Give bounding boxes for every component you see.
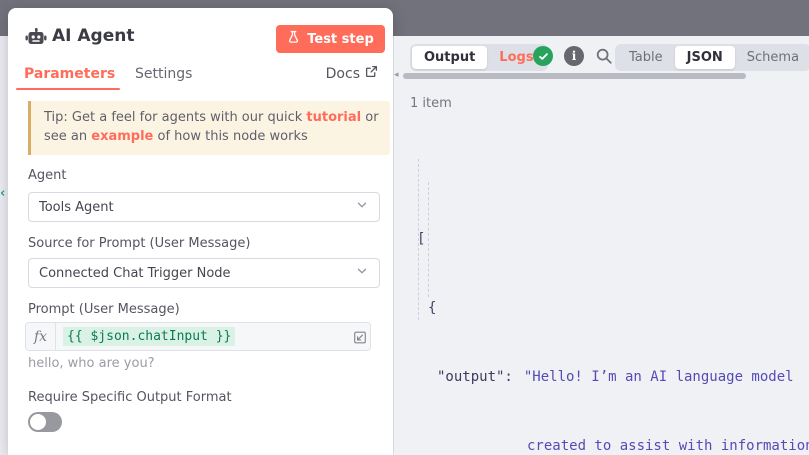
success-check-icon [533, 46, 553, 66]
view-mode-tabs: Table JSON Schema [615, 44, 809, 71]
fx-badge: fx [26, 323, 56, 350]
tip-text-prefix: Tip: Get a feel for agents with our quic… [44, 110, 306, 125]
flask-icon [287, 30, 300, 48]
source-label: Source for Prompt (User Message) [28, 236, 250, 251]
agent-select[interactable]: Tools Agent [28, 192, 380, 222]
output-panel: Output Logs i Table JSON Schema ◂ 1 item… [394, 36, 809, 455]
expand-expression-icon[interactable] [353, 331, 367, 348]
indent-guide [418, 159, 419, 320]
json-value-line: created to assist with information [527, 438, 809, 454]
prompt-resolved-preview: hello, who are you? [28, 356, 155, 371]
indent-guide [428, 182, 429, 297]
tutorial-link[interactable]: tutorial [306, 110, 361, 125]
test-step-button[interactable]: Test step [276, 25, 385, 53]
docs-label: Docs [326, 66, 360, 82]
output-logs-tabs: Output Logs [410, 44, 548, 71]
tab-parameters[interactable]: Parameters [24, 66, 115, 82]
prompt-expression-field[interactable]: fx {{ $json.chatInput }} [25, 322, 371, 351]
output-format-toggle[interactable] [28, 412, 62, 432]
input-connection-caret: ‹ [0, 186, 5, 201]
prompt-expression-value[interactable]: {{ $json.chatInput }} [63, 327, 235, 346]
tip-text-suffix: of how this node works [153, 129, 307, 144]
example-link[interactable]: example [91, 129, 153, 144]
tab-schema[interactable]: Schema [735, 46, 809, 69]
tab-json[interactable]: JSON [675, 46, 735, 69]
horizontal-scrollbar-thumb[interactable] [403, 73, 746, 79]
source-select-value: Connected Chat Trigger Node [39, 266, 231, 281]
toggle-knob [30, 414, 46, 430]
tab-settings[interactable]: Settings [135, 66, 192, 82]
tab-table[interactable]: Table [617, 46, 675, 69]
prompt-label: Prompt (User Message) [28, 302, 180, 317]
json-key: "output": [437, 369, 513, 385]
chevron-down-icon [355, 198, 369, 216]
json-open-brace: { [428, 300, 436, 316]
robot-icon [24, 25, 48, 53]
tip-banner: Tip: Get a feel for agents with our quic… [28, 101, 390, 155]
search-icon[interactable] [595, 47, 613, 69]
info-icon: i [564, 46, 584, 66]
node-detail-panel: AI Agent Test step Parameters Settings D… [8, 8, 393, 455]
json-value-line: "Hello! I’m an AI language model [524, 369, 794, 385]
test-step-label: Test step [307, 32, 374, 47]
tab-parameters-underline [16, 88, 120, 90]
node-title: AI Agent [52, 26, 135, 46]
source-select[interactable]: Connected Chat Trigger Node [28, 258, 380, 288]
output-format-label: Require Specific Output Format [28, 390, 232, 405]
agent-select-value: Tools Agent [39, 200, 114, 215]
info-glyph: i [572, 49, 577, 63]
agent-label: Agent [28, 168, 66, 183]
docs-link[interactable]: Docs [326, 65, 378, 82]
external-link-icon [365, 65, 378, 82]
json-output-view: [ { "output":"Hello! I’m an AI language … [408, 136, 809, 455]
tab-output[interactable]: Output [412, 46, 487, 69]
scrollbar-left-arrow-icon[interactable]: ◂ [394, 70, 399, 80]
chevron-down-icon [355, 264, 369, 282]
items-count: 1 item [410, 96, 452, 111]
